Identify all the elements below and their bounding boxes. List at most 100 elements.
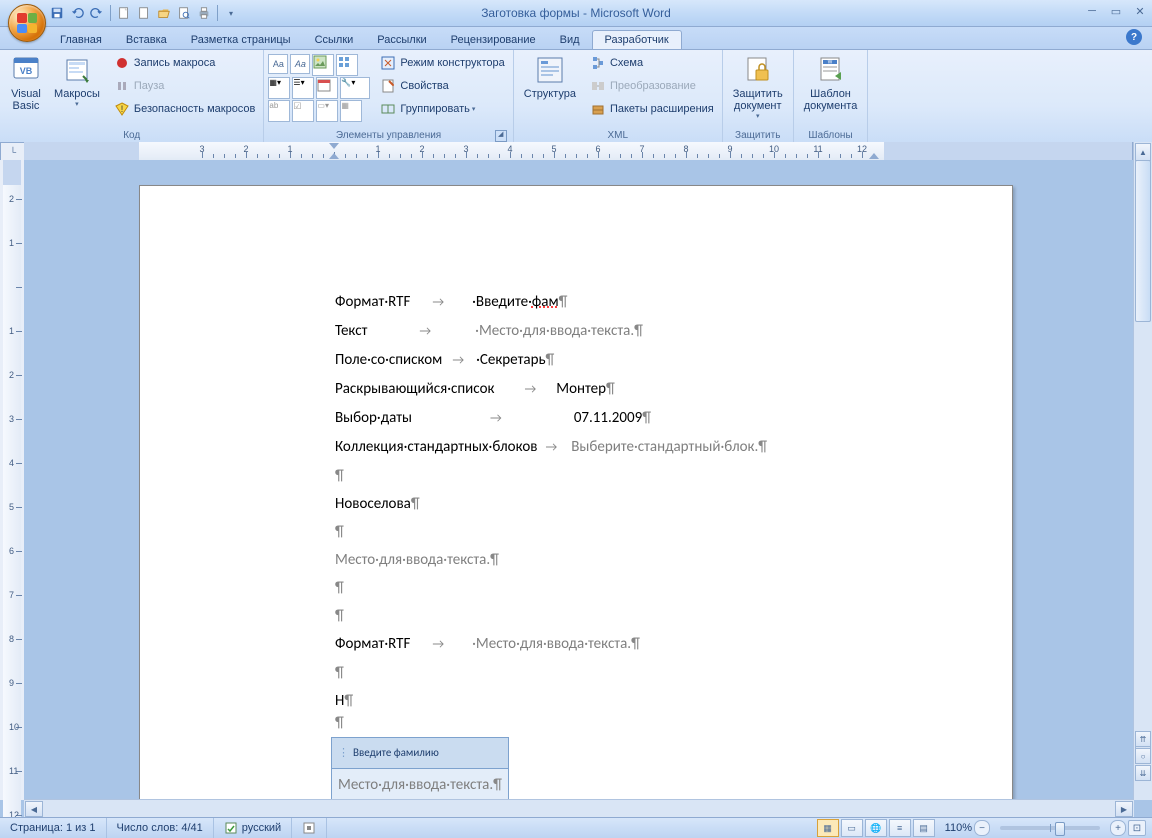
group-code: VB Visual Basic Макросы▾ Запись макроса … — [0, 50, 264, 143]
view-print-layout-icon[interactable]: ▦ — [817, 819, 839, 837]
tab-page-layout[interactable]: Разметка страницы — [179, 31, 303, 49]
expansion-packs-button[interactable]: Пакеты расширения — [586, 98, 718, 120]
schema-button[interactable]: Схема — [586, 52, 718, 74]
prev-page-icon[interactable]: ⇈ — [1135, 731, 1151, 747]
quick-print-icon[interactable] — [195, 4, 213, 22]
view-outline-icon[interactable]: ≡ — [889, 819, 911, 837]
tab-view[interactable]: Вид — [548, 31, 592, 49]
tab-review[interactable]: Рецензирование — [439, 31, 548, 49]
tab-developer[interactable]: Разработчик — [592, 30, 682, 49]
zoom-out-icon[interactable]: − — [974, 820, 990, 836]
zoom-fit-icon[interactable]: ⊡ — [1128, 820, 1146, 836]
legacy-tools-icon[interactable]: 🔧▾ — [340, 77, 370, 99]
record-macro-button[interactable]: Запись макроса — [110, 52, 260, 74]
scroll-right-icon[interactable]: ▶ — [1115, 801, 1133, 817]
status-bar: Страница: 1 из 1 Число слов: 4/41 русски… — [0, 817, 1152, 838]
undo-icon[interactable] — [68, 4, 86, 22]
group-label-xml: XML — [607, 130, 628, 141]
visual-basic-button[interactable]: VB Visual Basic — [4, 52, 48, 124]
ribbon: VB Visual Basic Макросы▾ Запись макроса … — [0, 50, 1152, 144]
vertical-scrollbar[interactable]: ▲ ▼ ⇈ ○ ⇊ — [1133, 142, 1152, 800]
group-label-templates: Шаблоны — [808, 130, 852, 141]
combobox-control-icon[interactable]: ▦▾ — [268, 77, 290, 99]
group-controls-button[interactable]: Группировать▾ — [376, 98, 508, 120]
status-macro[interactable] — [292, 818, 327, 838]
tab-mailings[interactable]: Рассылки — [365, 31, 438, 49]
group-label-code: Код — [123, 130, 140, 141]
group-xml: Структура Схема Преобразование Пакеты ра… — [514, 50, 723, 143]
svg-text:VB: VB — [20, 66, 33, 76]
redo-icon[interactable] — [88, 4, 106, 22]
new-doc-icon[interactable] — [115, 4, 133, 22]
group-protect: Защитить документ▾ Защитить — [723, 50, 794, 143]
tab-home[interactable]: Главная — [48, 31, 114, 49]
macros-button[interactable]: Макросы▾ — [48, 52, 106, 124]
page: Формат·RTF→·Введите·фам¶ Текст→·Место·дл… — [139, 185, 1013, 800]
svg-text:W: W — [827, 60, 832, 66]
document-canvas[interactable]: Формат·RTF→·Введите·фам¶ Текст→·Место·дл… — [24, 160, 1134, 800]
legacy-form-icon[interactable]: ab — [268, 100, 290, 122]
scroll-thumb[interactable] — [1135, 160, 1151, 322]
zoom-slider[interactable] — [1000, 826, 1100, 830]
controls-dialog-launcher[interactable]: ◢ — [495, 130, 507, 142]
svg-text:!: ! — [121, 104, 124, 114]
ribbon-tabs: Главная Вставка Разметка страницы Ссылки… — [0, 27, 1152, 50]
legacy-combo-icon[interactable]: ▭▾ — [316, 100, 338, 122]
save-icon[interactable] — [48, 4, 66, 22]
maximize-button[interactable]: ▭ — [1108, 4, 1124, 18]
page-content[interactable]: Формат·RTF→·Введите·фам¶ Текст→·Место·дл… — [335, 288, 952, 800]
macro-security-button[interactable]: !Безопасность макросов — [110, 98, 260, 120]
window-controls: ─ ▭ ✕ — [1084, 4, 1148, 18]
dropdown-control-icon[interactable]: ☰▾ — [292, 77, 314, 99]
group-label-controls: Элементы управления — [336, 130, 441, 141]
print-preview-icon[interactable] — [175, 4, 193, 22]
horizontal-scrollbar[interactable]: ◀ ▶ — [24, 799, 1134, 818]
protect-document-button[interactable]: Защитить документ▾ — [727, 52, 789, 124]
tab-insert[interactable]: Вставка — [114, 31, 179, 49]
document-area: └ 32112345678910111213141516 21123456789… — [0, 142, 1152, 818]
group-label-protect: Защитить — [735, 130, 780, 141]
legacy-frame-icon[interactable]: ▦ — [340, 100, 362, 122]
status-language[interactable]: русский — [214, 818, 292, 838]
scroll-up-icon[interactable]: ▲ — [1135, 143, 1151, 161]
richtext-control-icon[interactable]: Aa — [268, 54, 288, 74]
design-mode-button[interactable]: Режим конструктора — [376, 52, 508, 74]
document-template-button[interactable]: W Шаблон документа — [798, 52, 864, 124]
picture-control-icon[interactable] — [312, 54, 334, 76]
horizontal-ruler[interactable]: 32112345678910111213141516 — [24, 142, 1134, 161]
properties-button[interactable]: Свойства — [376, 75, 508, 97]
view-draft-icon[interactable]: ▤ — [913, 819, 935, 837]
group-templates: W Шаблон документа Шаблоны — [794, 50, 869, 143]
help-icon[interactable]: ? — [1126, 29, 1142, 45]
open-icon[interactable] — [155, 4, 173, 22]
select-browse-object-icon[interactable]: ○ — [1135, 748, 1151, 764]
structure-button[interactable]: Структура — [518, 52, 582, 124]
datepicker-control-icon[interactable] — [316, 77, 338, 99]
text-control-icon[interactable]: Aa — [290, 54, 310, 74]
zoom-level[interactable]: 110% — [945, 822, 972, 834]
office-button[interactable] — [8, 4, 46, 42]
legacy-check-icon[interactable]: ☑ — [292, 100, 314, 122]
group-controls: Aa Aa ▦▾ ☰▾ 🔧▾ ab ☑ ▭▾ ▦ — [264, 50, 513, 143]
content-control-title: Введите фамилию — [332, 738, 508, 769]
scroll-left-icon[interactable]: ◀ — [25, 801, 43, 817]
minimize-button[interactable]: ─ — [1084, 4, 1100, 18]
qat-customize-icon[interactable]: ▾ — [222, 4, 240, 22]
vertical-ruler[interactable]: 2112345678910111213 — [0, 160, 25, 800]
tab-selector[interactable]: └ — [0, 142, 26, 162]
new-blank-icon[interactable] — [135, 4, 153, 22]
quick-access-toolbar: ▾ — [48, 4, 240, 22]
tab-references[interactable]: Ссылки — [303, 31, 366, 49]
title-bar: ▾ Заготовка формы - Microsoft Word ─ ▭ ✕ — [0, 0, 1152, 27]
view-web-layout-icon[interactable]: 🌐 — [865, 819, 887, 837]
buildingblock-control-icon[interactable] — [336, 54, 358, 76]
content-control[interactable]: Введите фамилию Место·для·ввода·текста.¶ — [331, 737, 509, 800]
transformation-button: Преобразование — [586, 75, 718, 97]
zoom-in-icon[interactable]: + — [1110, 820, 1126, 836]
status-page[interactable]: Страница: 1 из 1 — [0, 818, 107, 838]
close-button[interactable]: ✕ — [1132, 4, 1148, 18]
pause-macro-button: Пауза — [110, 75, 260, 97]
view-full-screen-icon[interactable]: ▭ — [841, 819, 863, 837]
next-page-icon[interactable]: ⇊ — [1135, 765, 1151, 781]
status-word-count[interactable]: Число слов: 4/41 — [107, 818, 214, 838]
